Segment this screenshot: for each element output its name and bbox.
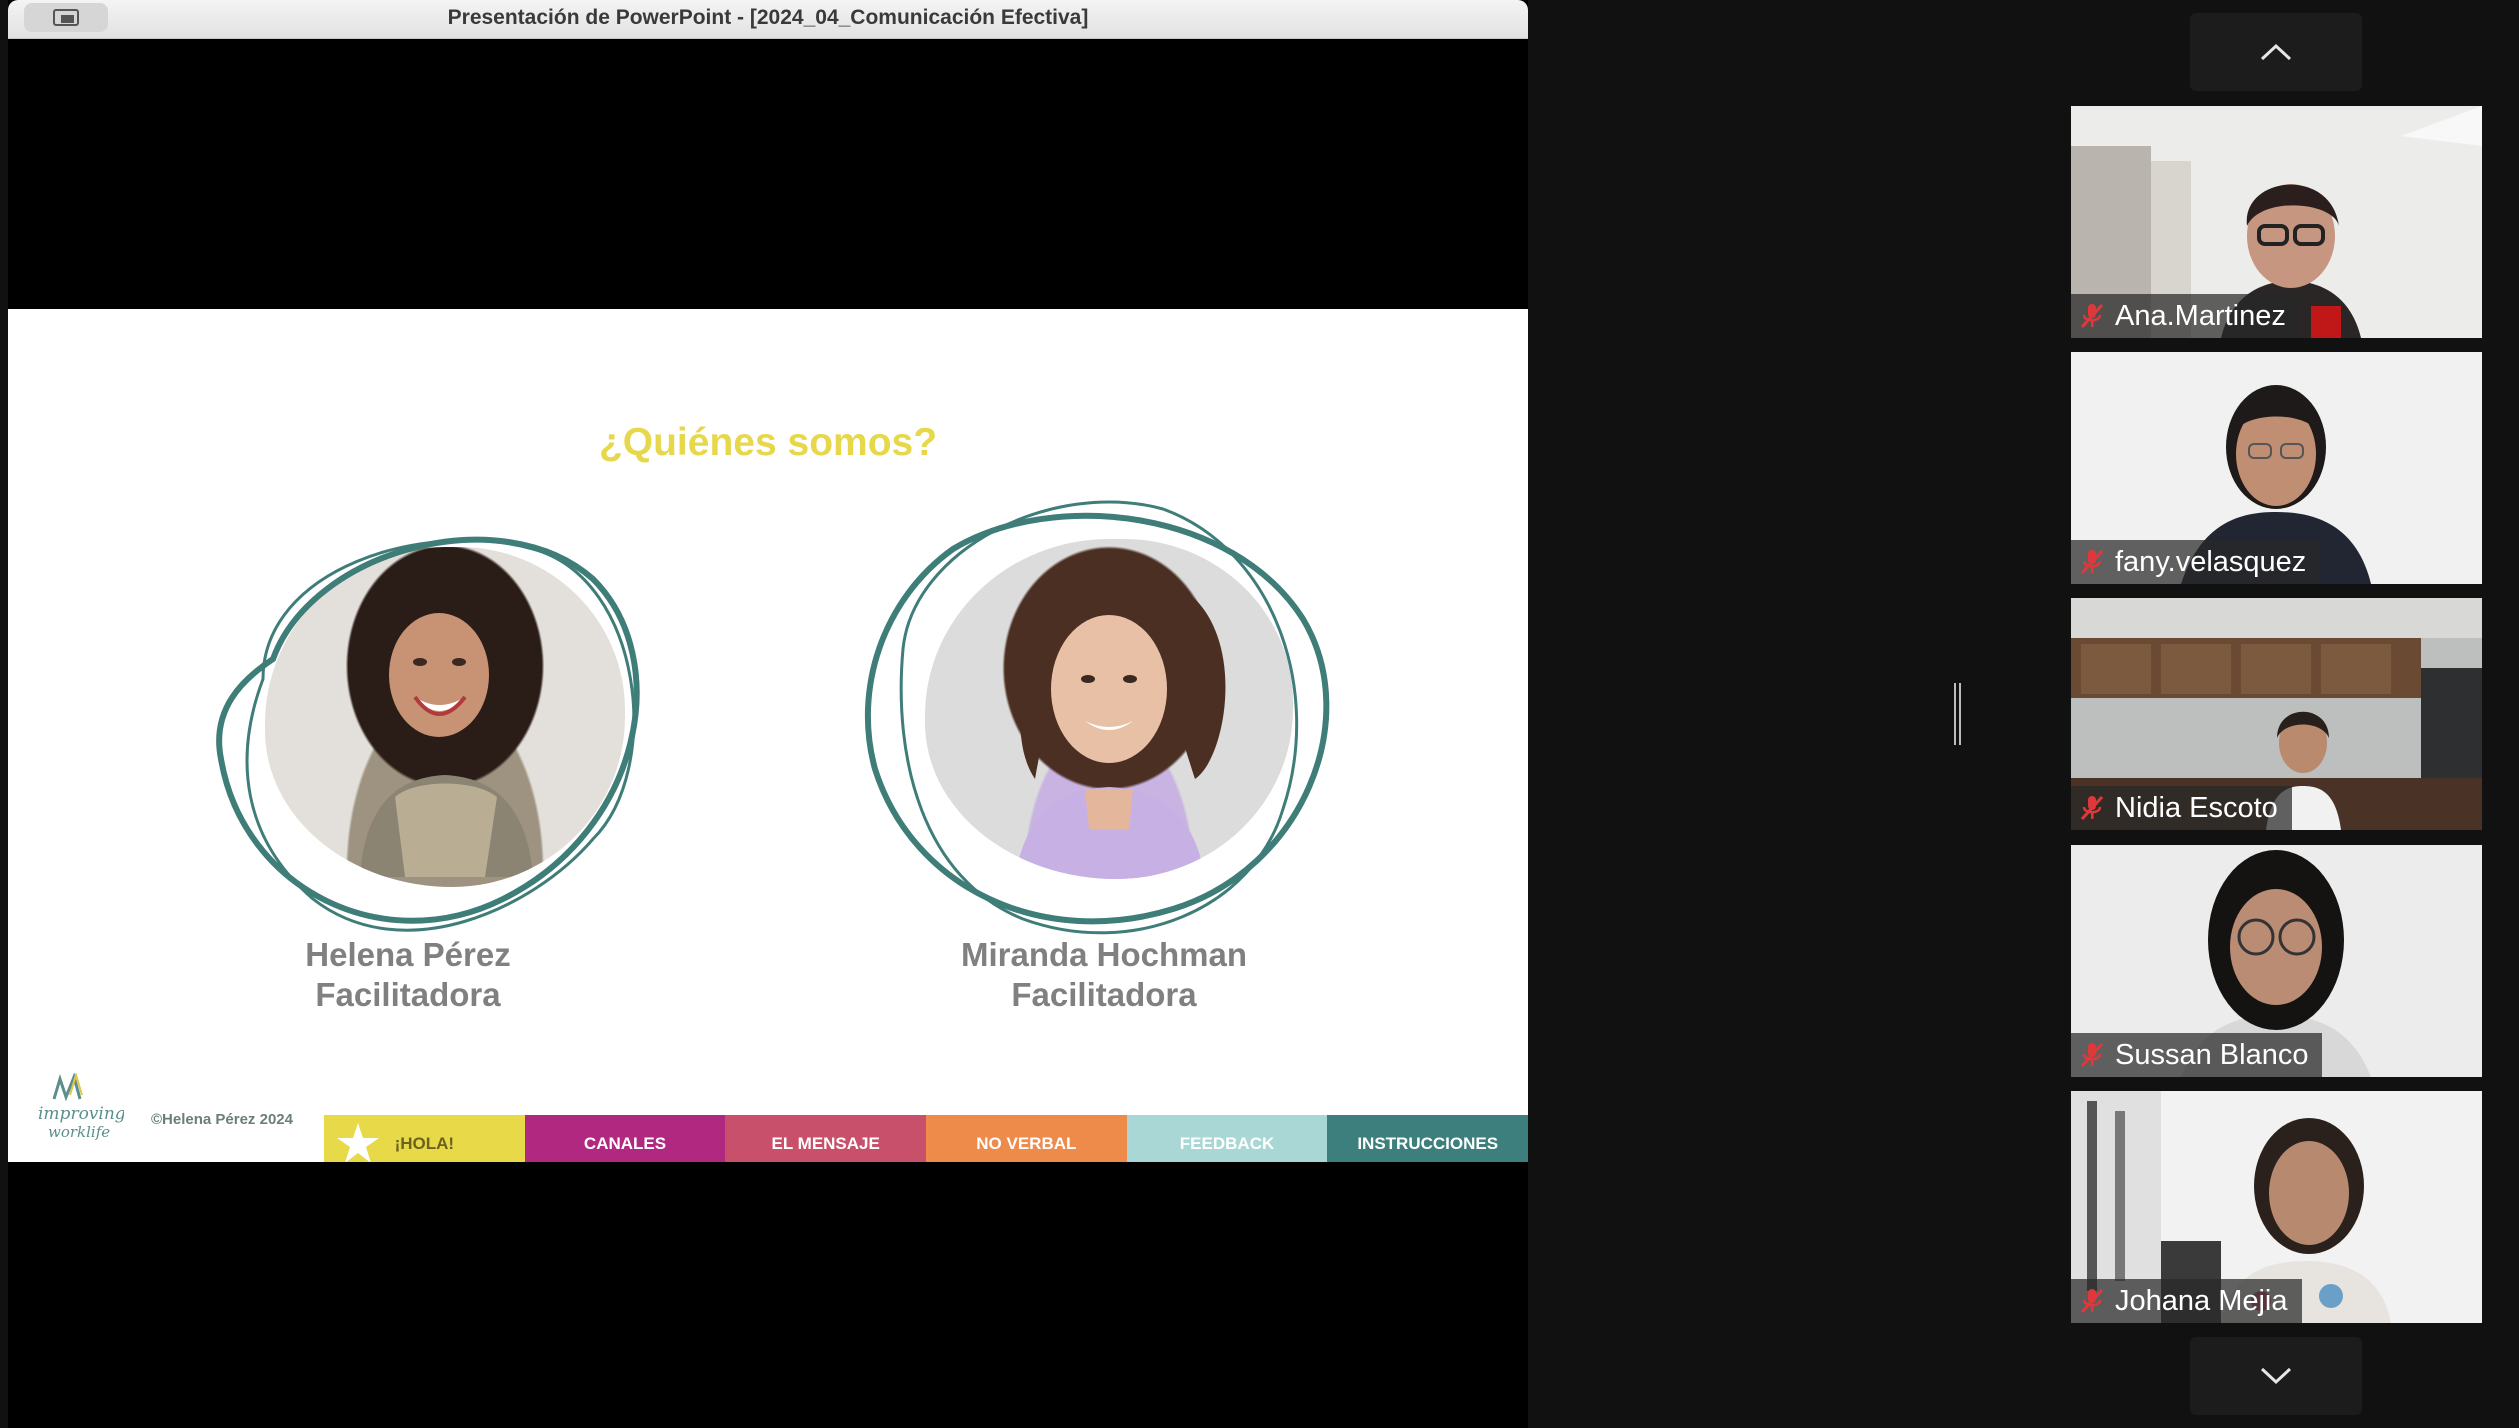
- nav-tab-label: FEEDBACK: [1179, 1134, 1275, 1153]
- nav-tab-el-mensaje[interactable]: EL MENSAJE: [725, 1115, 927, 1162]
- participant-tile[interactable]: Ana.Martinez: [2071, 106, 2482, 338]
- participant-tile[interactable]: Nidia Escoto: [2071, 598, 2482, 830]
- mic-muted-icon: [2080, 1288, 2104, 1314]
- shared-window-titlebar: Presentación de PowerPoint - [2024_04_Co…: [8, 0, 1528, 39]
- participant-name-label: Johana Mejia: [2071, 1279, 2302, 1323]
- participant-name-label: fany.velasquez: [2071, 540, 2321, 584]
- participant-name-label: Nidia Escoto: [2071, 786, 2292, 830]
- meeting-window: Presentación de PowerPoint - [2024_04_Co…: [0, 0, 2519, 1428]
- nav-tab-instrucciones[interactable]: INSTRUCCIONES: [1327, 1115, 1528, 1162]
- nav-tab-label: EL MENSAJE: [771, 1134, 880, 1153]
- nav-tab-label: ¡HOLA!: [394, 1134, 455, 1153]
- decorative-ring-helena: [216, 536, 640, 932]
- improving-worklife-logo: improving worklife: [34, 1071, 126, 1153]
- participant-name-label: Sussan Blanco: [2071, 1033, 2323, 1077]
- mic-muted-icon: [2080, 795, 2104, 821]
- participant-tile[interactable]: Sussan Blanco: [2071, 845, 2482, 1077]
- participant-tile[interactable]: Johana Mejia: [2071, 1091, 2482, 1323]
- presentation-slide: ¿Quiénes somos? Helena Pérez Facilitador…: [8, 309, 1528, 1162]
- chevron-up-icon: [2260, 43, 2292, 61]
- slide-footer: improving worklife ©Helena Pérez 2024 ¡H…: [8, 1061, 1528, 1162]
- nav-tab-hola[interactable]: ¡HOLA!: [324, 1115, 525, 1162]
- star-icon: [337, 1123, 379, 1162]
- nav-tab-label: INSTRUCCIONES: [1357, 1134, 1499, 1153]
- mic-muted-icon: [2080, 549, 2104, 575]
- person-name: Helena Pérez: [305, 936, 511, 973]
- participant-name: Nidia Escoto: [2115, 792, 2278, 824]
- participant-name: fany.velasquez: [2115, 546, 2307, 578]
- person-name: Miranda Hochman: [960, 936, 1248, 973]
- slide-title: ¿Quiénes somos?: [598, 421, 938, 464]
- portrait-miranda: [853, 489, 1363, 949]
- participant-tile[interactable]: fany.velasquez: [2071, 352, 2482, 584]
- participant-name-label: Ana.Martinez: [2071, 294, 2300, 338]
- person-name-helena: Helena Pérez Facilitadora: [178, 935, 638, 1015]
- nav-tab-label: NO VERBAL: [976, 1134, 1077, 1153]
- participant-name: Sussan Blanco: [2115, 1039, 2309, 1071]
- scroll-up-button[interactable]: [2190, 13, 2362, 91]
- copyright-text: ©Helena Pérez 2024: [151, 1111, 293, 1128]
- slide-nav-tabs: ¡HOLA! CANALES EL MENSAJE NO VERBAL FEED…: [324, 1115, 1528, 1162]
- mic-muted-icon: [2080, 303, 2104, 329]
- portrait-helena: [203, 509, 683, 949]
- svg-text:worklife: worklife: [48, 1123, 110, 1141]
- nav-tab-no-verbal[interactable]: NO VERBAL: [926, 1115, 1127, 1162]
- person-name-miranda: Miranda Hochman Facilitadora: [874, 935, 1334, 1015]
- nav-tab-label: CANALES: [583, 1134, 667, 1153]
- nav-tab-canales[interactable]: CANALES: [524, 1115, 726, 1162]
- nav-tab-feedback[interactable]: FEEDBACK: [1126, 1115, 1328, 1162]
- decorative-ring-miranda: [864, 500, 1330, 935]
- chevron-down-icon: [2260, 1367, 2292, 1385]
- shared-window-title: Presentación de PowerPoint - [2024_04_Co…: [447, 6, 1089, 29]
- mic-muted-icon: [2080, 1042, 2104, 1068]
- shared-screen: Presentación de PowerPoint - [2024_04_Co…: [8, 0, 1528, 1428]
- participant-name: Johana Mejia: [2115, 1285, 2288, 1317]
- person-role: Facilitadora: [315, 976, 501, 1013]
- scroll-down-button[interactable]: [2190, 1337, 2362, 1415]
- person-role: Facilitadora: [1011, 976, 1197, 1013]
- svg-text:improving: improving: [38, 1104, 124, 1124]
- panel-resize-handle[interactable]: [1953, 683, 1963, 745]
- participant-name: Ana.Martinez: [2115, 300, 2286, 332]
